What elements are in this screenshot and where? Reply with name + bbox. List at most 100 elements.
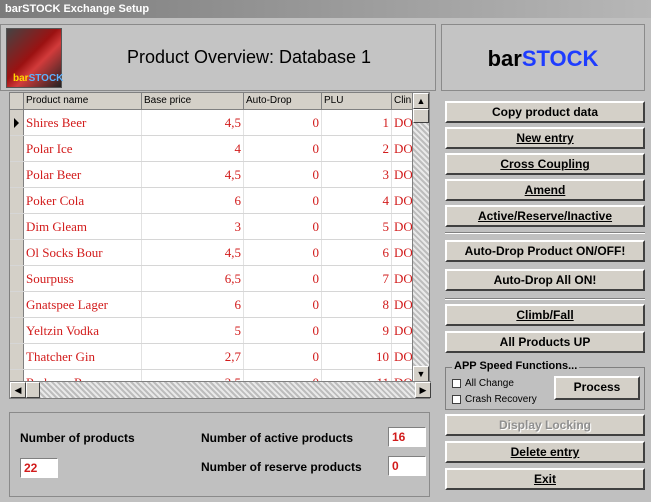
- row-indicator[interactable]: [10, 318, 24, 343]
- cell-plu[interactable]: 6: [322, 240, 392, 265]
- row-indicator[interactable]: [10, 214, 24, 239]
- process-button[interactable]: Process: [554, 376, 640, 400]
- cell-product-name[interactable]: Yeltzin Vodka: [24, 318, 142, 343]
- copy-product-data-button[interactable]: Copy product data: [445, 101, 645, 123]
- checkbox-icon[interactable]: [452, 378, 461, 388]
- cell-base-price[interactable]: 5: [142, 318, 244, 343]
- all-change-checkbox[interactable]: All Change: [452, 378, 514, 389]
- row-indicator[interactable]: [10, 110, 24, 135]
- display-locking-button: Display Locking: [445, 414, 645, 436]
- cell-product-name[interactable]: Ol Socks Bour: [24, 240, 142, 265]
- cross-coupling-button[interactable]: Cross Coupling: [445, 153, 645, 175]
- cell-auto-drop[interactable]: 0: [244, 162, 322, 187]
- cell-base-price[interactable]: 6: [142, 292, 244, 317]
- current-row-arrow-icon: [14, 118, 19, 128]
- cell-auto-drop[interactable]: 0: [244, 240, 322, 265]
- cell-product-name[interactable]: Polar Beer: [24, 162, 142, 187]
- cell-plu[interactable]: 4: [322, 188, 392, 213]
- table-row[interactable]: Gnatspee Lager 6 0 8 DO: [10, 292, 415, 318]
- row-indicator[interactable]: [10, 344, 24, 369]
- cell-base-price[interactable]: 6: [142, 188, 244, 213]
- cell-auto-drop[interactable]: 0: [244, 292, 322, 317]
- cell-plu[interactable]: 8: [322, 292, 392, 317]
- cell-plu[interactable]: 1: [322, 110, 392, 135]
- product-grid[interactable]: Product name Base price Auto-Drop PLU Cl…: [9, 92, 431, 399]
- cell-base-price[interactable]: 2,7: [142, 344, 244, 369]
- window-title-bar: barSTOCK Exchange Setup: [0, 0, 651, 18]
- cell-base-price[interactable]: 3: [142, 214, 244, 239]
- speed-functions-title: APP Speed Functions...: [452, 360, 580, 372]
- cell-product-name[interactable]: Gnatspee Lager: [24, 292, 142, 317]
- scroll-left-icon[interactable]: ◀: [10, 382, 26, 398]
- cell-product-name[interactable]: Shires Beer: [24, 110, 142, 135]
- cell-plu[interactable]: 7: [322, 266, 392, 291]
- page-title: Product Overview: Database 1: [126, 47, 372, 67]
- table-row[interactable]: Polar Beer 4,5 0 3 DO: [10, 162, 415, 188]
- cell-auto-drop[interactable]: 0: [244, 188, 322, 213]
- cell-plu[interactable]: 10: [322, 344, 392, 369]
- table-row[interactable]: Shires Beer 4,5 0 1 DO: [10, 110, 415, 136]
- row-indicator[interactable]: [10, 136, 24, 161]
- column-header-base-price[interactable]: Base price: [142, 93, 244, 109]
- auto-drop-product-button[interactable]: Auto-Drop Product ON/OFF!: [445, 240, 645, 262]
- table-row[interactable]: Poker Cola 6 0 4 DO: [10, 188, 415, 214]
- row-indicator[interactable]: [10, 266, 24, 291]
- cell-auto-drop[interactable]: 0: [244, 318, 322, 343]
- scroll-right-icon[interactable]: ▶: [415, 382, 431, 398]
- delete-entry-button[interactable]: Delete entry: [445, 441, 645, 463]
- cell-auto-drop[interactable]: 0: [244, 266, 322, 291]
- cell-auto-drop[interactable]: 0: [244, 344, 322, 369]
- vertical-scroll-thumb[interactable]: [413, 109, 429, 123]
- crash-recovery-checkbox[interactable]: Crash Recovery: [452, 394, 537, 405]
- checkbox-icon[interactable]: [452, 394, 461, 404]
- climb-fall-button[interactable]: Climb/Fall: [445, 304, 645, 326]
- cell-base-price[interactable]: 4,5: [142, 240, 244, 265]
- cell-product-name[interactable]: Thatcher Gin: [24, 344, 142, 369]
- cell-product-name[interactable]: Sourpuss: [24, 266, 142, 291]
- horizontal-scroll-thumb[interactable]: [26, 382, 40, 398]
- brand-logo-text: barSTOCK: [441, 24, 645, 91]
- exit-button[interactable]: Exit: [445, 468, 645, 490]
- active-reserve-inactive-button[interactable]: Active/Reserve/Inactive: [445, 205, 645, 227]
- row-indicator-header: [10, 93, 24, 109]
- table-row[interactable]: Ol Socks Bour 4,5 0 6 DO: [10, 240, 415, 266]
- cell-product-name[interactable]: Poker Cola: [24, 188, 142, 213]
- column-header-plu[interactable]: PLU: [322, 93, 392, 109]
- cell-auto-drop[interactable]: 0: [244, 110, 322, 135]
- cell-base-price[interactable]: 4: [142, 136, 244, 161]
- cell-product-name[interactable]: Dim Gleam: [24, 214, 142, 239]
- scroll-up-icon[interactable]: ▲: [413, 93, 429, 109]
- cell-product-name[interactable]: Polar Ice: [24, 136, 142, 161]
- active-products-field: 16: [388, 427, 426, 447]
- cell-plu[interactable]: 2: [322, 136, 392, 161]
- table-row[interactable]: Yeltzin Vodka 5 0 9 DO: [10, 318, 415, 344]
- column-header-product-name[interactable]: Product name: [24, 93, 142, 109]
- cell-base-price[interactable]: 6,5: [142, 266, 244, 291]
- row-indicator[interactable]: [10, 240, 24, 265]
- auto-drop-all-button[interactable]: Auto-Drop All ON!: [445, 269, 645, 291]
- logo-text: barSTOCK: [13, 73, 64, 84]
- amend-button[interactable]: Amend: [445, 179, 645, 201]
- cell-plu[interactable]: 3: [322, 162, 392, 187]
- table-row[interactable]: Dim Gleam 3 0 5 DO: [10, 214, 415, 240]
- scroll-down-icon[interactable]: ▼: [413, 366, 429, 382]
- cell-base-price[interactable]: 4,5: [142, 162, 244, 187]
- cell-plu[interactable]: 5: [322, 214, 392, 239]
- horizontal-scrollbar[interactable]: ◀ ▶: [10, 381, 431, 398]
- row-indicator[interactable]: [10, 162, 24, 187]
- table-row[interactable]: Sourpuss 6,5 0 7 DO: [10, 266, 415, 292]
- row-indicator[interactable]: [10, 188, 24, 213]
- new-entry-button[interactable]: New entry: [445, 127, 645, 149]
- table-row[interactable]: Thatcher Gin 2,7 0 10 DO: [10, 344, 415, 370]
- table-row[interactable]: Polar Ice 4 0 2 DO: [10, 136, 415, 162]
- cell-auto-drop[interactable]: 0: [244, 214, 322, 239]
- cell-auto-drop[interactable]: 0: [244, 136, 322, 161]
- all-products-up-button[interactable]: All Products UP: [445, 331, 645, 353]
- column-header-auto-drop[interactable]: Auto-Drop: [244, 93, 322, 109]
- cell-base-price[interactable]: 4,5: [142, 110, 244, 135]
- row-indicator[interactable]: [10, 292, 24, 317]
- button-separator: [445, 298, 645, 300]
- cell-plu[interactable]: 9: [322, 318, 392, 343]
- reserve-products-label: Number of reserve products: [201, 460, 362, 474]
- vertical-scrollbar[interactable]: ▲ ▼: [412, 93, 429, 382]
